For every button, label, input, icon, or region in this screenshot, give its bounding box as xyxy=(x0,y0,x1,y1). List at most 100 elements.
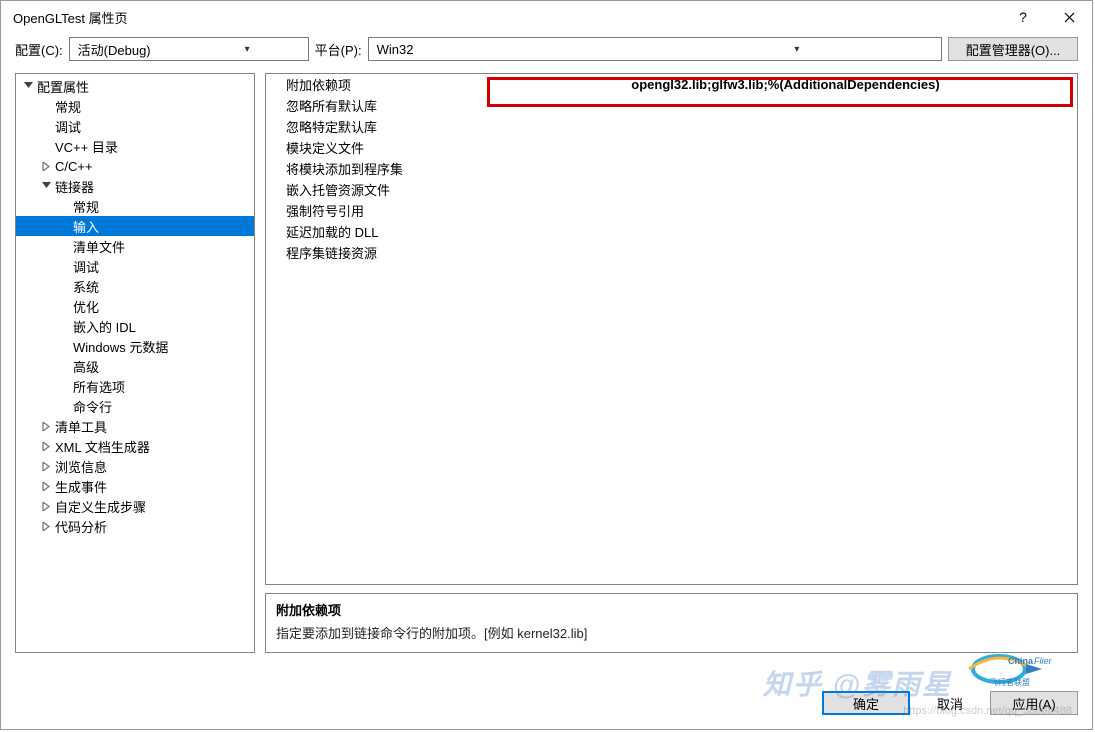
property-row[interactable]: 忽略所有默认库 xyxy=(266,95,1077,116)
tree-item[interactable]: 调试 xyxy=(16,256,254,276)
tree-item[interactable]: 常规 xyxy=(16,196,254,216)
property-row[interactable]: 模块定义文件 xyxy=(266,137,1077,158)
close-icon xyxy=(1064,12,1075,23)
tree-item[interactable]: Windows 元数据 xyxy=(16,336,254,356)
property-value[interactable]: opengl32.lib;glfw3.lib;%(AdditionalDepen… xyxy=(486,77,1077,92)
config-combo-value: 活动(Debug) xyxy=(78,40,191,59)
tree-item-label: 系统 xyxy=(73,277,99,296)
tree-expand-right-icon[interactable] xyxy=(40,422,53,431)
property-row[interactable]: 附加依赖项opengl32.lib;glfw3.lib;%(Additional… xyxy=(266,74,1077,95)
tree-item[interactable]: XML 文档生成器 xyxy=(16,436,254,456)
tree-item-label: 代码分析 xyxy=(55,517,107,536)
property-label: 模块定义文件 xyxy=(266,138,486,157)
tree-item[interactable]: 生成事件 xyxy=(16,476,254,496)
tree-item[interactable]: 配置属性 xyxy=(16,76,254,96)
tree-item[interactable]: 系统 xyxy=(16,276,254,296)
svg-text:飞行者联盟: 飞行者联盟 xyxy=(990,677,1030,687)
tree-item-label: C/C++ xyxy=(55,159,93,174)
property-pages-dialog: OpenGLTest 属性页 ? 配置(C): 活动(Debug) ▾ 平台(P… xyxy=(0,0,1093,730)
chevron-down-icon: ▾ xyxy=(657,44,937,55)
tree-expand-down-icon[interactable] xyxy=(22,82,35,91)
dialog-footer: 确定 取消 应用(A) xyxy=(822,691,1078,715)
property-row[interactable]: 嵌入托管资源文件 xyxy=(266,179,1077,200)
tree-item[interactable]: 优化 xyxy=(16,296,254,316)
right-pane: 附加依赖项opengl32.lib;glfw3.lib;%(Additional… xyxy=(265,73,1078,653)
help-button[interactable]: ? xyxy=(1000,1,1046,33)
tree-item-label: 调试 xyxy=(55,117,81,136)
tree-item[interactable]: 自定义生成步骤 xyxy=(16,496,254,516)
property-row[interactable]: 程序集链接资源 xyxy=(266,242,1077,263)
tree-item-label: 命令行 xyxy=(73,397,112,416)
tree-item-label: 嵌入的 IDL xyxy=(73,317,136,336)
property-label: 忽略特定默认库 xyxy=(266,117,486,136)
tree-item-label: 所有选项 xyxy=(73,377,125,396)
tree-item-label: 输入 xyxy=(73,217,99,236)
tree-item-label: 链接器 xyxy=(55,177,94,196)
content-area: 配置属性常规调试VC++ 目录C/C++链接器常规输入清单文件调试系统优化嵌入的… xyxy=(1,73,1092,653)
titlebar: OpenGLTest 属性页 ? xyxy=(1,1,1092,33)
tree-item[interactable]: 清单文件 xyxy=(16,236,254,256)
tree-item[interactable]: VC++ 目录 xyxy=(16,136,254,156)
description-title: 附加依赖项 xyxy=(276,600,1067,619)
property-label: 附加依赖项 xyxy=(266,75,486,94)
description-box: 附加依赖项 指定要添加到链接命令行的附加项。[例如 kernel32.lib] xyxy=(265,593,1078,653)
property-label: 延迟加载的 DLL xyxy=(266,222,486,241)
config-label: 配置(C): xyxy=(15,40,63,59)
tree-item[interactable]: 链接器 xyxy=(16,176,254,196)
tree-expand-right-icon[interactable] xyxy=(40,462,53,471)
tree-item-label: 优化 xyxy=(73,297,99,316)
tree-item-label: VC++ 目录 xyxy=(55,137,118,156)
tree-item-label: 常规 xyxy=(55,97,81,116)
config-combo[interactable]: 活动(Debug) ▾ xyxy=(69,37,309,61)
toolbar: 配置(C): 活动(Debug) ▾ 平台(P): Win32 ▾ 配置管理器(… xyxy=(1,33,1092,73)
tree-expand-right-icon[interactable] xyxy=(40,502,53,511)
tree-item-label: 配置属性 xyxy=(37,77,89,96)
tree-item[interactable]: 命令行 xyxy=(16,396,254,416)
tree-item[interactable]: 调试 xyxy=(16,116,254,136)
tree-item-label: 高级 xyxy=(73,357,99,376)
tree-item[interactable]: 输入 xyxy=(16,216,254,236)
tree-pane[interactable]: 配置属性常规调试VC++ 目录C/C++链接器常规输入清单文件调试系统优化嵌入的… xyxy=(15,73,255,653)
svg-text:Flier: Flier xyxy=(1034,656,1053,666)
platform-combo[interactable]: Win32 ▾ xyxy=(368,37,942,61)
window-title: OpenGLTest 属性页 xyxy=(13,8,1000,27)
tree-item[interactable]: 清单工具 xyxy=(16,416,254,436)
tree-expand-right-icon[interactable] xyxy=(40,522,53,531)
watermark-logo: China Flier 飞行者联盟 xyxy=(964,649,1074,689)
tree-item[interactable]: 浏览信息 xyxy=(16,456,254,476)
tree-item-label: 常规 xyxy=(73,197,99,216)
tree-expand-right-icon[interactable] xyxy=(40,482,53,491)
tree-item[interactable]: 所有选项 xyxy=(16,376,254,396)
tree-expand-down-icon[interactable] xyxy=(40,182,53,191)
platform-label: 平台(P): xyxy=(315,40,362,59)
property-row[interactable]: 延迟加载的 DLL xyxy=(266,221,1077,242)
description-body: 指定要添加到链接命令行的附加项。[例如 kernel32.lib] xyxy=(276,623,1067,642)
property-row[interactable]: 将模块添加到程序集 xyxy=(266,158,1077,179)
close-button[interactable] xyxy=(1046,1,1092,33)
tree-item[interactable]: 高级 xyxy=(16,356,254,376)
svg-text:China: China xyxy=(1008,656,1034,666)
tree-expand-right-icon[interactable] xyxy=(40,162,53,171)
property-row[interactable]: 强制符号引用 xyxy=(266,200,1077,221)
tree-item-label: 自定义生成步骤 xyxy=(55,497,146,516)
property-label: 嵌入托管资源文件 xyxy=(266,180,486,199)
tree-item-label: 清单工具 xyxy=(55,417,107,436)
ok-button[interactable]: 确定 xyxy=(822,691,910,715)
tree-expand-right-icon[interactable] xyxy=(40,442,53,451)
tree-item-label: 调试 xyxy=(73,257,99,276)
platform-combo-value: Win32 xyxy=(377,42,657,57)
configuration-manager-button[interactable]: 配置管理器(O)... xyxy=(948,37,1078,61)
tree-item[interactable]: C/C++ xyxy=(16,156,254,176)
property-label: 程序集链接资源 xyxy=(266,243,486,262)
tree-item[interactable]: 代码分析 xyxy=(16,516,254,536)
tree-item[interactable]: 常规 xyxy=(16,96,254,116)
apply-button[interactable]: 应用(A) xyxy=(990,691,1078,715)
tree-item-label: Windows 元数据 xyxy=(73,337,168,356)
tree-item[interactable]: 嵌入的 IDL xyxy=(16,316,254,336)
properties-grid[interactable]: 附加依赖项opengl32.lib;glfw3.lib;%(Additional… xyxy=(265,73,1078,585)
cancel-button[interactable]: 取消 xyxy=(920,691,980,715)
tree-item-label: XML 文档生成器 xyxy=(55,437,150,456)
property-row[interactable]: 忽略特定默认库 xyxy=(266,116,1077,137)
tree-item-label: 清单文件 xyxy=(73,237,125,256)
property-label: 强制符号引用 xyxy=(266,201,486,220)
